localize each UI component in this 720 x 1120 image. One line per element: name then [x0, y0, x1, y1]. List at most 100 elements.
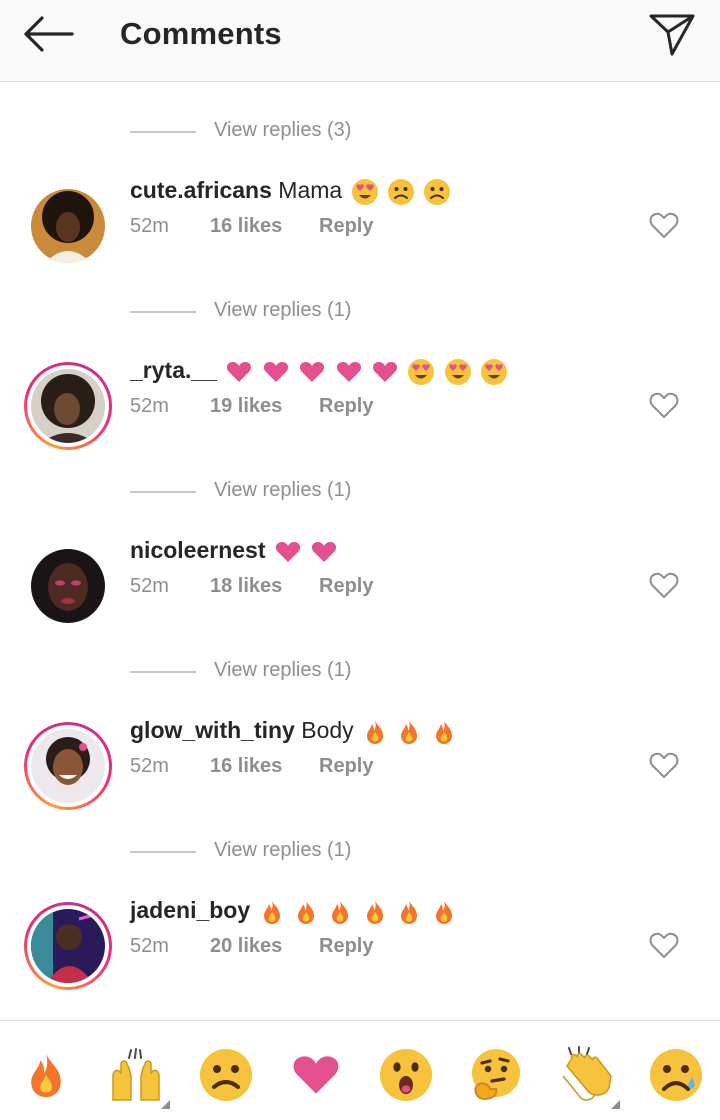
emoji-heart-button[interactable]	[284, 1043, 348, 1107]
comment-likes[interactable]: 16 likes	[210, 215, 282, 238]
avatar-story-ring[interactable]	[24, 722, 112, 810]
reply-button[interactable]: Reply	[319, 935, 373, 958]
heart-outline-icon[interactable]	[648, 570, 680, 600]
reply-button[interactable]: Reply	[319, 575, 373, 598]
arrow-left-icon	[24, 16, 74, 52]
comment-timestamp: 52m	[130, 215, 169, 237]
emoji-fire-button[interactable]	[14, 1043, 78, 1107]
view-replies-link[interactable]: View replies (3)	[214, 119, 351, 142]
pink-heart-emoji-icon	[336, 361, 361, 382]
heart-eyes-emoji-icon	[351, 178, 378, 205]
fire-emoji-icon	[263, 899, 280, 924]
share-button[interactable]	[644, 10, 700, 60]
frown-emoji-icon	[424, 178, 451, 205]
heart-outline-icon[interactable]	[648, 750, 680, 780]
page-title: Comments	[120, 16, 282, 51]
avatar[interactable]	[24, 182, 112, 270]
avatar-photo	[31, 729, 105, 803]
replies-divider	[130, 311, 196, 313]
avatar-photo	[31, 549, 105, 623]
comment-timestamp: 52m	[130, 935, 169, 957]
pink-heart-emoji-icon	[312, 541, 337, 562]
comment-text: Body	[301, 717, 354, 743]
emoji-open-mouth-button[interactable]	[374, 1043, 438, 1107]
sad-tear-icon	[650, 1049, 702, 1101]
comment-text: Mama	[278, 177, 343, 203]
pink-heart-emoji-icon	[263, 361, 288, 382]
frown-icon	[200, 1049, 252, 1101]
heart-eyes-emoji-icon	[408, 358, 435, 385]
comment-likes[interactable]: 16 likes	[210, 755, 282, 778]
view-replies-link[interactable]: View replies (1)	[214, 659, 351, 682]
avatar-photo	[31, 369, 105, 443]
comment-item: nicoleernest 52m 18 likes Reply	[0, 530, 720, 640]
heart-eyes-emoji-icon	[481, 358, 508, 385]
fire-emoji-icon	[332, 899, 349, 924]
comment-timestamp: 52m	[130, 755, 169, 777]
fire-emoji-icon	[435, 719, 452, 744]
heart-outline-icon[interactable]	[648, 930, 680, 960]
fire-emoji-icon	[435, 899, 452, 924]
pink-heart-emoji-icon	[300, 361, 325, 382]
heart-eyes-emoji-icon	[444, 358, 471, 385]
paper-plane-icon	[649, 14, 695, 56]
comment-timestamp: 52m	[130, 575, 169, 597]
emoji-raised-hands-button[interactable]	[104, 1043, 170, 1109]
view-replies-link[interactable]: View replies (1)	[214, 479, 351, 502]
view-replies-row[interactable]: View replies (1)	[0, 472, 720, 512]
replies-divider	[130, 851, 196, 853]
comment-likes[interactable]: 19 likes	[210, 395, 282, 418]
comment-list[interactable]: View replies (3) cute.africans Mama 52m …	[0, 83, 720, 1019]
fire-icon	[31, 1052, 61, 1098]
comment-item: _ryta.__ 52m 19 likes Reply	[0, 350, 720, 460]
emoji-clapping-button[interactable]	[554, 1043, 620, 1109]
reply-button[interactable]: Reply	[319, 395, 373, 418]
variant-indicator	[611, 1100, 620, 1109]
comment-username[interactable]: glow_with_tiny	[130, 717, 295, 743]
comment-likes[interactable]: 20 likes	[210, 935, 282, 958]
view-replies-row[interactable]: View replies (1)	[0, 652, 720, 692]
heart-outline-icon[interactable]	[648, 210, 680, 240]
replies-divider	[130, 131, 196, 133]
reply-button[interactable]: Reply	[319, 755, 373, 778]
avatar-photo	[31, 909, 105, 983]
emoji-quick-bar	[0, 1020, 720, 1120]
comment-timestamp: 52m	[130, 395, 169, 417]
avatar[interactable]	[24, 542, 112, 630]
comment-username[interactable]: jadeni_boy	[130, 897, 250, 923]
view-replies-row[interactable]: View replies (3)	[0, 112, 720, 152]
emoji-thinking-button[interactable]	[464, 1043, 528, 1107]
replies-divider	[130, 671, 196, 673]
heart-outline-icon[interactable]	[648, 390, 680, 420]
view-replies-link[interactable]: View replies (1)	[214, 299, 351, 322]
comment-username[interactable]: _ryta.__	[130, 357, 217, 383]
fire-emoji-icon	[366, 899, 383, 924]
back-button[interactable]	[18, 12, 78, 56]
comment-item: glow_with_tiny Body 52m 16 likes Reply	[0, 710, 720, 820]
avatar-photo	[31, 189, 105, 263]
pink-heart-icon	[293, 1056, 339, 1094]
fire-emoji-icon	[297, 899, 314, 924]
header-bar: Comments	[0, 0, 720, 82]
reply-button[interactable]: Reply	[319, 215, 373, 238]
view-replies-link[interactable]: View replies (1)	[214, 839, 351, 862]
pink-heart-emoji-icon	[227, 361, 252, 382]
clapping-hands-icon	[562, 1046, 612, 1101]
variant-indicator	[161, 1100, 170, 1109]
pink-heart-emoji-icon	[275, 541, 300, 562]
replies-divider	[130, 491, 196, 493]
thinking-icon	[472, 1049, 520, 1101]
comment-username[interactable]: cute.africans	[130, 177, 272, 203]
view-replies-row[interactable]: View replies (1)	[0, 292, 720, 332]
emoji-sad-tear-button[interactable]	[644, 1043, 708, 1107]
view-replies-row[interactable]: View replies (1)	[0, 832, 720, 872]
emoji-frown-button[interactable]	[194, 1043, 258, 1107]
comment-likes[interactable]: 18 likes	[210, 575, 282, 598]
avatar-story-ring[interactable]	[24, 362, 112, 450]
frown-emoji-icon	[387, 178, 414, 205]
open-mouth-icon	[380, 1049, 432, 1101]
comment-username[interactable]: nicoleernest	[130, 537, 266, 563]
fire-emoji-icon	[367, 719, 384, 744]
avatar-story-ring[interactable]	[24, 902, 112, 990]
comment-item: jadeni_boy 52m 20 likes Reply	[0, 890, 720, 1000]
